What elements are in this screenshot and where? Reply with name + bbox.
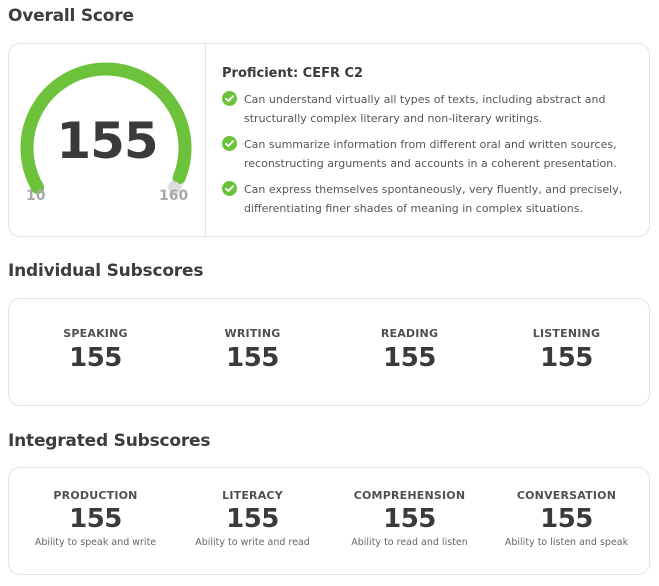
description-text: Can understand virtually all types of te…: [244, 93, 606, 125]
overall-score-card: 155 10 160 Proficient: CEFR C2 Can under…: [8, 43, 650, 237]
subscore-value: 155: [540, 343, 593, 373]
subscore-writing: WRITING 155: [174, 299, 331, 405]
subscore-label: CONVERSATION: [516, 489, 617, 502]
subscore-comprehension: COMPREHENSION 155 Ability to read and li…: [331, 468, 488, 574]
proficiency-level: Proficient: CEFR C2: [222, 66, 364, 81]
subscore-speaking: SPEAKING 155: [17, 299, 174, 405]
subscore-value: 155: [383, 504, 436, 534]
individual-subscores-heading: Individual Subscores: [8, 261, 204, 281]
card-divider: [205, 44, 206, 236]
score-gauge: 155 10 160: [9, 44, 205, 238]
subscore-row: PRODUCTION 155 Ability to speak and writ…: [9, 468, 649, 574]
subscore-row: SPEAKING 155 WRITING 155 READING 155 LIS…: [9, 299, 649, 405]
subscore-value: 155: [226, 504, 279, 534]
gauge-min-label: 10: [26, 188, 46, 204]
subscore-value: 155: [69, 504, 122, 534]
subscore-production: PRODUCTION 155 Ability to speak and writ…: [17, 468, 174, 574]
list-item: Can express themselves spontaneously, ve…: [222, 180, 642, 218]
subscore-label: COMPREHENSION: [353, 489, 466, 502]
integrated-subscores-card: PRODUCTION 155 Ability to speak and writ…: [8, 467, 650, 575]
check-circle-icon: [222, 91, 237, 106]
subscore-label: LITERACY: [222, 489, 283, 502]
overall-score-heading: Overall Score: [8, 6, 134, 26]
subscore-label: SPEAKING: [63, 327, 128, 340]
proficiency-description-list: Can understand virtually all types of te…: [222, 90, 642, 225]
integrated-subscores-heading: Integrated Subscores: [8, 431, 211, 451]
subscore-description: Ability to read and listen: [351, 537, 468, 548]
subscore-value: 155: [69, 343, 122, 373]
subscore-description: Ability to write and read: [195, 537, 310, 548]
subscore-description: Ability to speak and write: [34, 537, 157, 548]
list-item: Can summarize information from different…: [222, 135, 642, 173]
subscore-reading: READING 155: [331, 299, 488, 405]
check-circle-icon: [222, 136, 237, 151]
subscore-value: 155: [226, 343, 279, 373]
subscore-description: Ability to listen and speak: [504, 537, 629, 548]
subscore-label: PRODUCTION: [53, 489, 138, 502]
check-circle-icon: [222, 181, 237, 196]
subscore-label: WRITING: [224, 327, 281, 340]
description-text: Can express themselves spontaneously, ve…: [244, 183, 623, 215]
overall-score-value: 155: [56, 112, 158, 170]
list-item: Can understand virtually all types of te…: [222, 90, 642, 128]
subscore-value: 155: [383, 343, 436, 373]
subscore-conversation: CONVERSATION 155 Ability to listen and s…: [488, 468, 645, 574]
individual-subscores-card: SPEAKING 155 WRITING 155 READING 155 LIS…: [8, 298, 650, 406]
subscore-label: LISTENING: [532, 327, 601, 340]
subscore-value: 155: [540, 504, 593, 534]
description-text: Can summarize information from different…: [244, 138, 617, 170]
gauge-max-label: 160: [159, 188, 189, 204]
subscore-literacy: LITERACY 155 Ability to write and read: [174, 468, 331, 574]
subscore-label: READING: [380, 327, 439, 340]
subscore-listening: LISTENING 155: [488, 299, 645, 405]
